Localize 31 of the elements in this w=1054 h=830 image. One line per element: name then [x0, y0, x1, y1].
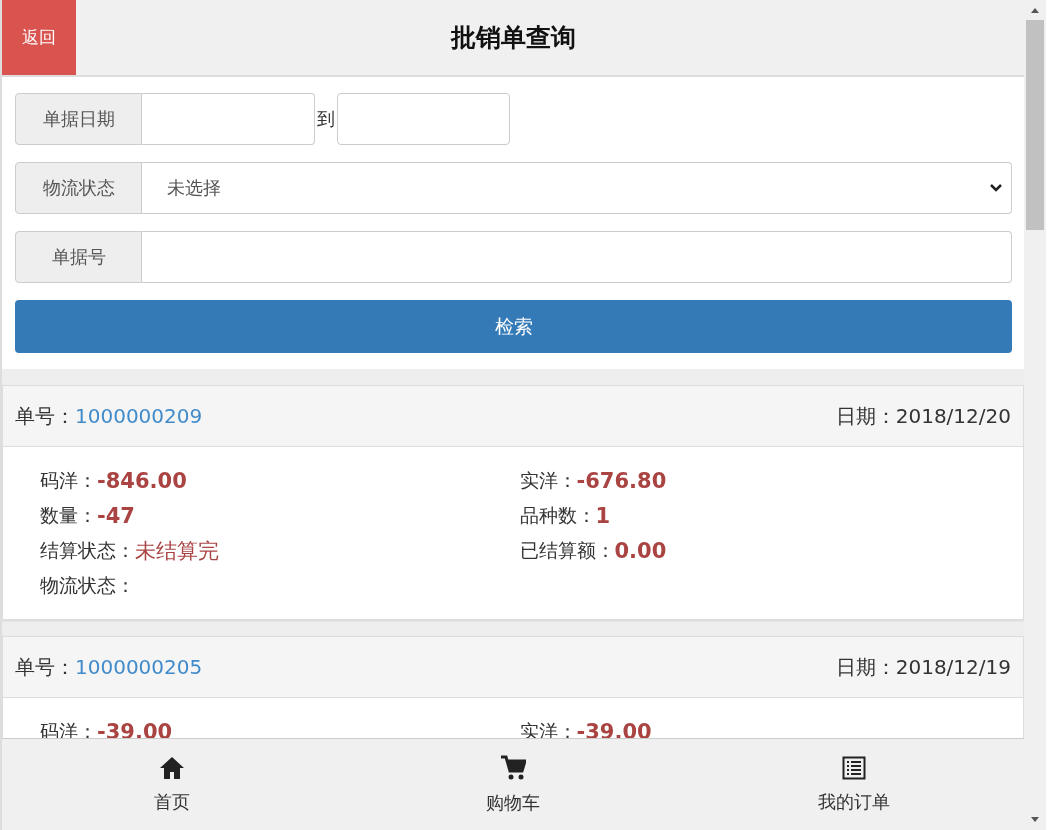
order-number: 单号：1000000205 [15, 653, 203, 681]
order-field: 码洋：-846.00 [40, 463, 520, 498]
back-button[interactable]: 返回 [2, 0, 76, 75]
end-date-field[interactable] [337, 93, 510, 145]
number-label: 单据号 [15, 231, 142, 283]
search-button[interactable]: 检索 [15, 300, 1012, 353]
order-field: 已结算额：0.00 [519, 533, 999, 568]
order-date: 日期：2018/12/19 [835, 653, 1011, 681]
page-title: 批销单查询 [449, 22, 577, 54]
number-field[interactable] [142, 231, 1012, 283]
list-icon [841, 755, 866, 780]
nav-item[interactable]: 购物车 [342, 739, 684, 830]
cart-icon [500, 754, 526, 781]
order-field: 数量：-47 [40, 498, 520, 533]
chevron-down-icon [989, 183, 1003, 193]
status-label: 物流状态 [15, 162, 142, 214]
scrollbar[interactable] [1024, 0, 1046, 830]
status-select[interactable]: 未选择 [142, 162, 1012, 214]
nav-item[interactable]: 我的订单 [683, 739, 1024, 830]
order-number: 单号：1000000209 [15, 402, 203, 430]
nav-item[interactable]: 首页 [2, 739, 343, 830]
date-label: 单据日期 [15, 93, 142, 145]
date-separator: 到 [316, 107, 336, 131]
scroll-thumb[interactable] [1026, 20, 1044, 230]
order-field: 品种数：1 [519, 498, 999, 533]
order-field: 物流状态： [40, 568, 520, 603]
home-icon [159, 755, 186, 780]
start-date-field[interactable] [142, 93, 315, 145]
order-field: 实洋：-676.80 [519, 463, 999, 498]
order-date: 日期：2018/12/20 [835, 402, 1011, 430]
order-field: 结算状态：未结算完 [40, 533, 520, 568]
